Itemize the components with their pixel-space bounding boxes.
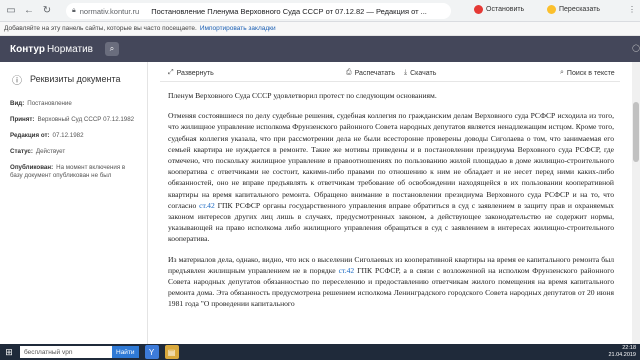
stop-button[interactable]: Остановить — [474, 5, 524, 14]
article-link[interactable]: ст.42 — [339, 266, 355, 275]
address-bar[interactable]: 🔒︎ normativ.kontur.ru Постановление Плен… — [66, 3, 451, 19]
lock-icon: 🔒︎ — [72, 7, 76, 14]
expand-icon: ⤢ — [168, 69, 174, 76]
system-clock: 22:18 21.04.2019 — [608, 345, 636, 358]
paragraph: Отменяя состоявшиеся по делу судебные ре… — [168, 111, 614, 244]
stop-icon — [474, 5, 483, 14]
windows-start-icon[interactable]: ⊞ — [2, 345, 16, 359]
taskbar-search-input[interactable]: бесплатный vpn — [20, 346, 112, 358]
scrollbar-thumb[interactable] — [633, 102, 639, 162]
sidebar-title: ⓘ Реквизиты документа — [12, 74, 121, 87]
paragraph: Из материалов дела, однако, видно, что и… — [168, 254, 614, 309]
windows-taskbar: ⊞ бесплатный vpn Найти Y ▤ 22:18 21.04.2… — [0, 344, 640, 360]
site-header: Контур Норматив ⌕ ◯ — [0, 36, 640, 62]
bookmarks-hint: Добавляйте на эту панель сайты, которые … — [4, 25, 197, 32]
yandex-browser-icon[interactable]: Y — [144, 345, 159, 359]
user-icon[interactable]: ◯ — [632, 44, 640, 52]
document-details-sidebar: ⓘ Реквизиты документа Вид: Постановление … — [0, 62, 148, 344]
document-text: Пленум Верховного Суда СССР удовлетворил… — [168, 90, 614, 344]
back-arrow-icon[interactable]: ← — [22, 4, 36, 18]
translate-button[interactable]: Пересказать — [547, 5, 600, 14]
printer-icon: ⎙ — [346, 69, 352, 76]
translate-icon — [547, 5, 556, 14]
expand-button[interactable]: ⤢ Развернуть — [168, 69, 214, 77]
detail-edition: Редакция от: 07.12.1982 — [10, 132, 84, 139]
search-icon: ⌕ — [560, 69, 564, 76]
detail-adopted: Принят: Верховный Суд СССР 07.12.1982 — [10, 116, 135, 123]
menu-icon[interactable]: ⋮ — [628, 5, 636, 14]
download-icon: ⤓ — [404, 69, 408, 76]
detail-type: Вид: Постановление — [10, 100, 72, 107]
download-button[interactable]: ⤓ Скачать — [404, 69, 436, 77]
browser-toolbar: ▭ ← ↻ 🔒︎ normativ.kontur.ru Постановлени… — [0, 0, 640, 22]
reload-icon[interactable]: ↻ — [40, 4, 54, 18]
paragraph: Пленум Верховного Суда СССР удовлетворил… — [168, 91, 437, 100]
details-list: Вид: Постановление Принят: Верховный Суд С… — [0, 86, 147, 180]
search-in-text-button[interactable]: ⌕ Поиск в тексте — [560, 69, 615, 77]
taskbar-find-button[interactable]: Найти — [112, 346, 139, 358]
detail-status: Статус: Действует — [10, 148, 66, 155]
url-text: normativ.kontur.ru — [79, 6, 140, 16]
search-icon[interactable]: ⌕ — [104, 42, 119, 56]
article-link[interactable]: ст.42 — [199, 201, 215, 210]
document-toolbar: ⤢ Развернуть ⎙ Распечатать ⤓ Скачать ⌕ Поиск… — [160, 66, 620, 82]
bookmarks-bar: Добавляйте на эту панель сайты, которые … — [0, 22, 640, 36]
site-logo[interactable]: Контур Норматив — [10, 44, 93, 55]
detail-published: Опубликован: На момент включения в базу д… — [10, 164, 126, 179]
info-icon: ⓘ — [12, 75, 22, 87]
print-button[interactable]: ⎙ Распечатать — [346, 69, 395, 77]
file-explorer-icon[interactable]: ▤ — [164, 345, 179, 359]
page-title: Постановление Пленума Верховного Суда СС… — [151, 6, 427, 16]
tabs-icon[interactable]: ▭ — [4, 4, 18, 18]
scrollbar[interactable] — [632, 62, 640, 344]
import-bookmarks-link[interactable]: Импортировать закладки — [200, 25, 276, 32]
